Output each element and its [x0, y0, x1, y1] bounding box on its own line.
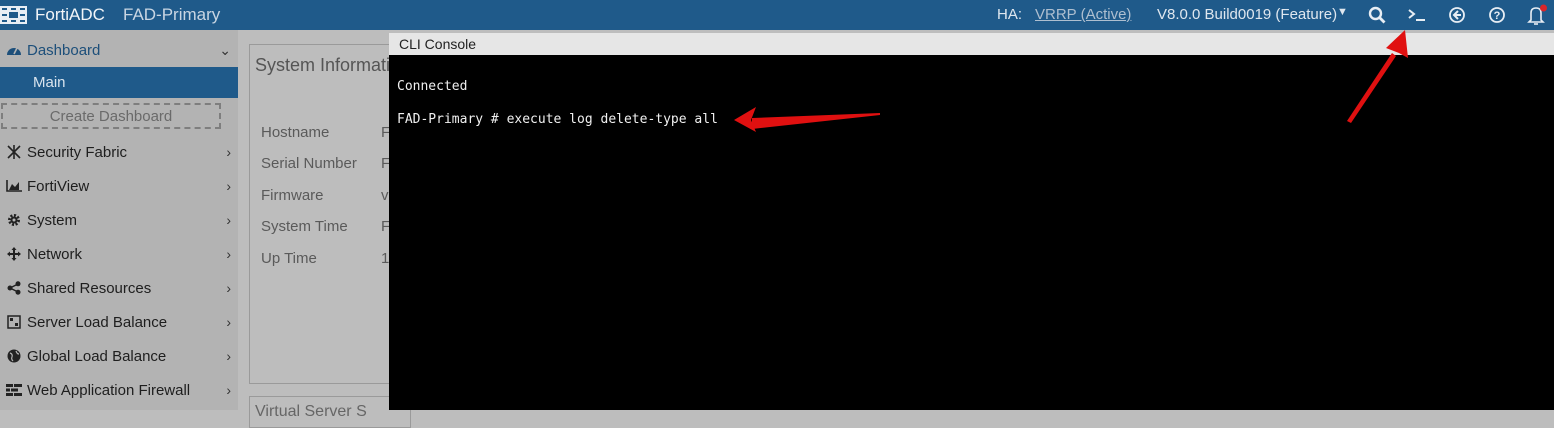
widget-title: Virtual Server S — [255, 403, 367, 420]
chevron-right-icon: › — [226, 382, 231, 398]
ha-label: HA: — [997, 6, 1023, 23]
chevron-down-icon: ⌄ — [219, 42, 231, 58]
widget-title: System Informati — [255, 55, 391, 75]
gear-icon — [4, 213, 24, 227]
sidebar-item-global-load-balance[interactable]: Global Load Balance › — [0, 339, 238, 373]
sidebar-item-fortiview[interactable]: FortiView › — [0, 169, 238, 203]
chevron-right-icon: › — [226, 178, 231, 194]
sidebar-item-label: Security Fabric — [27, 143, 128, 161]
cli-command-line[interactable]: FAD-Primary # execute log delete-type al… — [397, 112, 718, 127]
sidebar-item-dashboard[interactable]: Dashboard ⌄ — [0, 34, 238, 66]
share-icon — [4, 281, 24, 295]
logout-icon[interactable] — [1446, 4, 1468, 26]
sidebar-item-label: Web Application Firewall — [27, 381, 191, 399]
device-name: FAD-Primary — [123, 5, 221, 24]
sidebar-item-system[interactable]: System › — [0, 203, 238, 237]
chevron-down-icon: ▼ — [1337, 6, 1348, 18]
sidebar-item-label: Global Load Balance — [27, 347, 167, 365]
sidebar-item-web-application-firewall[interactable]: Web Application Firewall › — [0, 373, 238, 407]
virtual-server-widget: Virtual Server S — [249, 396, 411, 428]
info-label-serial-number: Serial Number — [261, 155, 357, 172]
fortiview-icon — [4, 180, 24, 192]
sidebar-item-label: Dashboard — [27, 41, 101, 59]
notification-bell-icon[interactable] — [1526, 4, 1548, 26]
version-dropdown[interactable]: V8.0.0 Build0019 (Feature) — [1157, 6, 1337, 23]
cli-console-titlebar[interactable]: CLI Console — [389, 33, 1554, 55]
sidebar-item-main[interactable]: Main — [0, 67, 238, 98]
info-value-firmware: v — [381, 187, 389, 204]
cli-console-title: CLI Console — [399, 36, 477, 52]
chevron-right-icon: › — [226, 280, 231, 296]
waf-icon — [4, 384, 24, 396]
cli-output-line: Connected — [397, 79, 468, 94]
info-label-system-time: System Time — [261, 218, 348, 235]
sidebar: Dashboard ⌄ Main Create Dashboard Securi… — [0, 30, 238, 410]
chevron-right-icon: › — [226, 314, 231, 330]
sidebar-item-label: System — [27, 211, 78, 229]
sidebar-item-network[interactable]: Network › — [0, 237, 238, 271]
dashboard-icon — [4, 43, 24, 57]
search-icon[interactable] — [1366, 4, 1388, 26]
system-information-widget: System Informati Hostname F Serial Numbe… — [249, 44, 411, 384]
app-title: FortiADC — [35, 5, 105, 24]
chevron-right-icon: › — [226, 246, 231, 262]
cli-console-icon[interactable] — [1406, 4, 1428, 26]
svg-text:?: ? — [1494, 10, 1501, 22]
chevron-right-icon: › — [226, 144, 231, 160]
sidebar-item-label: Main — [33, 74, 66, 91]
network-icon — [4, 247, 24, 261]
ha-status-link[interactable]: VRRP (Active) — [1035, 6, 1131, 23]
info-label-firmware: Firmware — [261, 187, 324, 204]
security-fabric-icon — [4, 145, 24, 159]
help-icon[interactable]: ? — [1486, 4, 1508, 26]
top-bar: FortiADC FAD-Primary HA: VRRP (Active) V… — [0, 0, 1554, 30]
info-label-hostname: Hostname — [261, 124, 330, 141]
info-label-up-time: Up Time — [261, 250, 317, 267]
chevron-right-icon: › — [226, 212, 231, 228]
main-content: System Informati Hostname F Serial Numbe… — [238, 30, 411, 428]
cli-console-window[interactable]: CLI Console Connected FAD-Primary # exec… — [389, 33, 1554, 410]
sidebar-item-security-fabric[interactable]: Security Fabric › — [0, 135, 238, 169]
sidebar-item-label: Server Load Balance — [27, 313, 168, 331]
sidebar-item-server-load-balance[interactable]: Server Load Balance › — [0, 305, 238, 339]
sidebar-item-label: FortiView — [27, 177, 90, 195]
globe-icon — [4, 349, 24, 363]
fortinet-logo-icon — [0, 6, 27, 24]
chevron-right-icon: › — [226, 348, 231, 364]
sidebar-item-label: Network — [27, 245, 83, 263]
sidebar-item-shared-resources[interactable]: Shared Resources › — [0, 271, 238, 305]
server-lb-icon — [4, 315, 24, 329]
sidebar-item-label: Shared Resources — [27, 279, 152, 297]
create-dashboard-button[interactable]: Create Dashboard — [1, 103, 221, 129]
